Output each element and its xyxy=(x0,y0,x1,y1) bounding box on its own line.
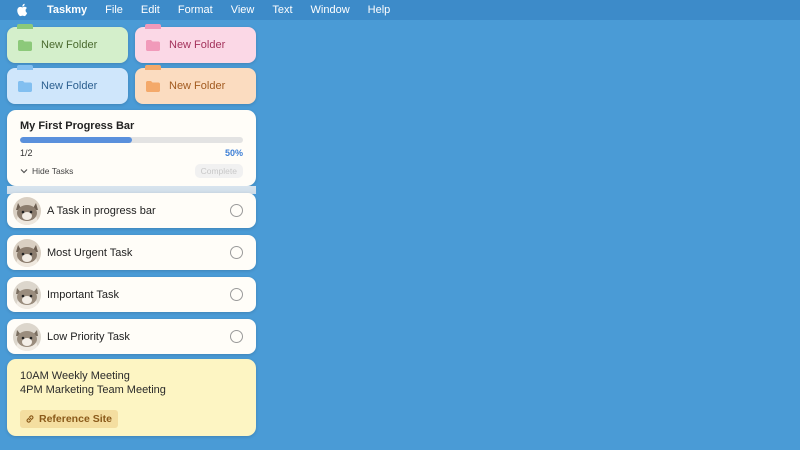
folder-label: New Folder xyxy=(41,39,98,51)
task-checkbox[interactable] xyxy=(230,246,243,259)
folder-label: New Folder xyxy=(41,80,98,92)
progress-count: 1/2 xyxy=(20,148,33,158)
folder-icon xyxy=(18,39,32,51)
cat-avatar xyxy=(13,238,41,267)
folder-tab xyxy=(145,24,161,29)
link-icon xyxy=(25,414,35,424)
cat-avatar xyxy=(13,196,41,225)
progress-bar xyxy=(20,137,243,143)
folder-tab xyxy=(145,65,161,70)
folder-label: New Folder xyxy=(169,39,226,51)
task-label: A Task in progress bar xyxy=(47,204,156,217)
menu-window[interactable]: Window xyxy=(311,4,350,16)
folder-icon xyxy=(18,80,32,92)
folder-icon xyxy=(146,39,160,51)
progress-title: My First Progress Bar xyxy=(20,120,135,132)
note-line: 10AM Weekly Meeting xyxy=(20,370,130,382)
task-item[interactable]: Most Urgent Task xyxy=(7,235,256,270)
hide-tasks-label: Hide Tasks xyxy=(32,166,74,176)
folder-icon xyxy=(146,80,160,92)
cat-avatar xyxy=(13,280,41,309)
progress-card[interactable]: My First Progress Bar 1/2 50% Hide Tasks… xyxy=(7,110,256,186)
task-item[interactable]: Low Priority Task xyxy=(7,319,256,354)
cat-avatar xyxy=(13,322,41,351)
menu-edit[interactable]: Edit xyxy=(141,4,160,16)
task-checkbox[interactable] xyxy=(230,204,243,217)
task-checkbox[interactable] xyxy=(230,330,243,343)
chevron-down-icon xyxy=(20,168,28,174)
folder-orange[interactable]: New Folder xyxy=(135,65,256,104)
folder-blue[interactable]: New Folder xyxy=(7,65,128,104)
task-label: Low Priority Task xyxy=(47,330,130,343)
complete-button[interactable]: Complete xyxy=(194,164,243,178)
folder-tab xyxy=(17,65,33,70)
task-item[interactable]: A Task in progress bar xyxy=(7,193,256,228)
menu-bar: Taskmy File Edit Format View Text Window… xyxy=(0,0,800,20)
note-line: 4PM Marketing Team Meeting xyxy=(20,384,166,396)
folder-tab xyxy=(17,24,33,29)
menu-text[interactable]: Text xyxy=(272,4,292,16)
hide-tasks-toggle[interactable]: Hide Tasks xyxy=(20,166,73,176)
folder-green[interactable]: New Folder xyxy=(7,24,128,63)
progress-percent: 50% xyxy=(224,148,243,158)
task-label: Important Task xyxy=(47,288,119,301)
menu-help[interactable]: Help xyxy=(368,4,391,16)
menu-view[interactable]: View xyxy=(231,4,255,16)
task-label: Most Urgent Task xyxy=(47,246,133,259)
apple-icon[interactable] xyxy=(16,3,28,17)
reference-link[interactable]: Reference Site xyxy=(20,410,118,428)
reference-link-label: Reference Site xyxy=(39,413,112,425)
progress-fill xyxy=(20,137,132,143)
menu-file[interactable]: File xyxy=(105,4,123,16)
folder-pink[interactable]: New Folder xyxy=(135,24,256,63)
folder-label: New Folder xyxy=(169,80,226,92)
task-item[interactable]: Important Task xyxy=(7,277,256,312)
task-checkbox[interactable] xyxy=(230,288,243,301)
note-card[interactable]: 10AM Weekly Meeting 4PM Marketing Team M… xyxy=(7,359,256,436)
menu-format[interactable]: Format xyxy=(178,4,213,16)
menu-app-name[interactable]: Taskmy xyxy=(47,4,87,16)
